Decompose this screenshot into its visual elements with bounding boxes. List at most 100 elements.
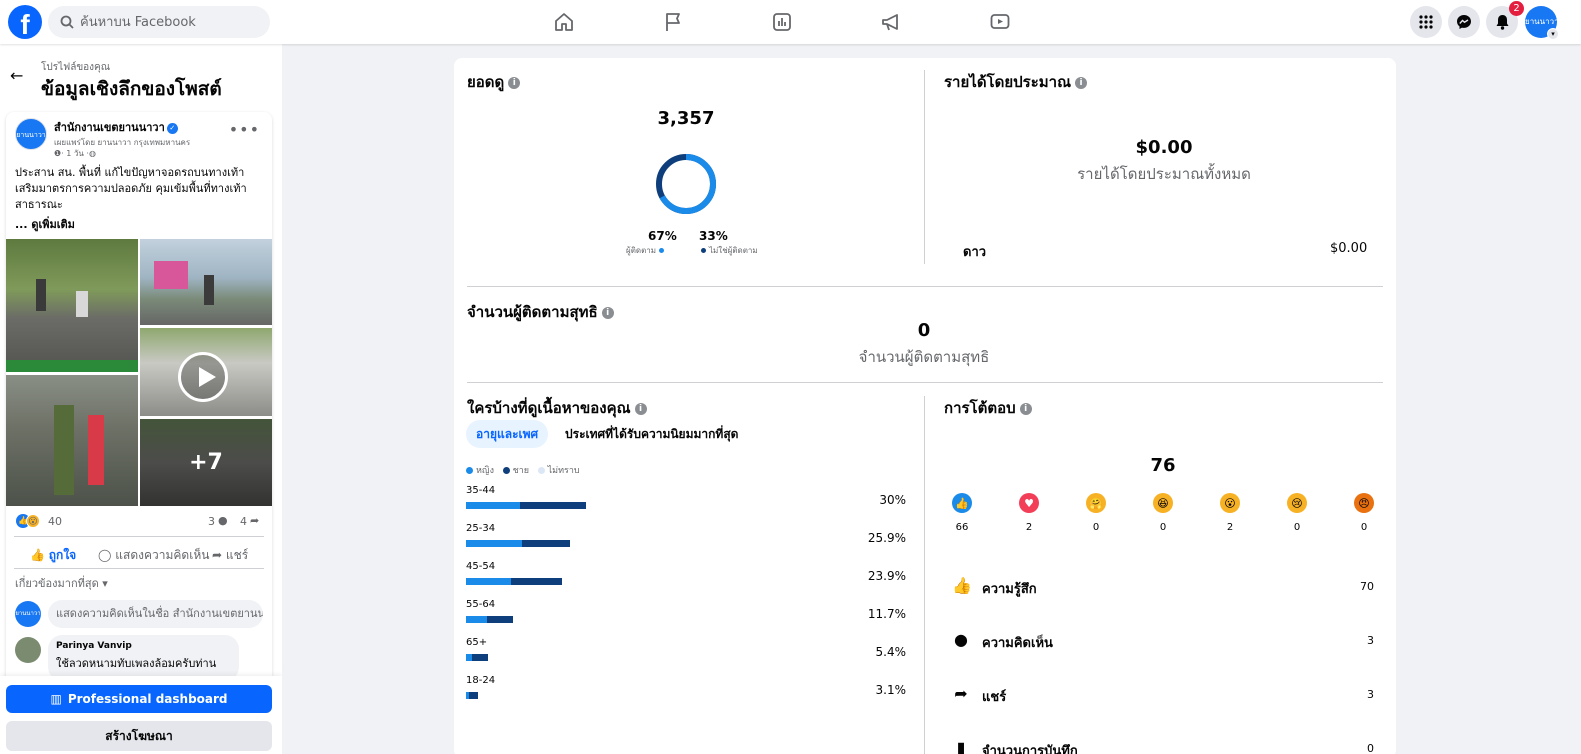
comment-author[interactable]: Parinya Vanvip [56,641,231,651]
messenger-icon[interactable] [1448,6,1480,38]
divider [467,286,1383,287]
info-icon[interactable]: i [508,76,521,89]
more-options-icon[interactable]: ••• [229,120,260,139]
age-bar[interactable] [466,654,488,661]
verified-badge-icon: ✓ [166,122,178,134]
men-bar [487,616,513,623]
age-bar[interactable] [466,692,479,699]
comment-text: ใช้ลวดหนามทับเพลงล้อมครับท่าน [56,657,217,670]
info-icon[interactable]: i [601,306,614,319]
see-more-link[interactable]: ... ดูเพิ่มเติม [15,215,75,233]
age-label: 45-54 [466,561,496,572]
revenue-title: รายได้โดยประมาณ [944,73,1072,91]
comment-button[interactable]: ◯ แสดงความคิดเห็น [98,546,209,565]
comment-icon: ◯ [98,548,112,562]
age-bar[interactable] [466,540,570,547]
facebook-logo[interactable]: f [8,5,42,39]
interaction-stat-row: ● ความคิดเห็น 3 [952,630,1374,651]
revenue-total: $0.00 [1135,137,1193,158]
breadcrumb[interactable]: โปรไฟล์ของคุณ [41,60,110,75]
age-row-25-34: 25-34 25.9% [466,523,906,553]
insights-chart-icon[interactable] [768,8,796,36]
age-row-18-24: 18-24 3.1% [466,675,906,705]
age-pct: 30% [879,493,906,507]
search-input[interactable] [80,14,260,30]
angry-reaction-icon: 😠 [1354,493,1374,513]
age-pct: 25.9% [867,531,906,545]
post-actions: 👍 ถูกใจ ◯ แสดงความคิดเห็น ➦ แชร์ [16,544,264,566]
professional-dashboard-button[interactable]: ▥ Professional dashboard [6,685,272,713]
comment-count[interactable]: 3 [208,515,215,528]
age-bar[interactable] [466,616,513,623]
post-photo-more[interactable]: +7 [140,419,272,506]
age-row-35-44: 35-44 30% [466,485,906,515]
post-time[interactable]: · 1 วัน · [61,149,89,158]
pages-flag-icon[interactable] [659,8,687,36]
interaction-stat-row: 👍 ความรู้สึก 70 [952,576,1374,597]
more-photos-overlay[interactable]: +7 [140,419,272,506]
age-bar[interactable] [466,578,562,585]
comment-small-icon: ● [218,514,228,527]
search-box[interactable] [48,6,270,38]
comment-label: แสดงความคิดเห็น [115,548,210,562]
comment-input[interactable]: แสดงความคิดเห็นในชื่อ สำนักงานเขตยานนาวา [48,600,263,628]
page-avatar[interactable]: ยานนาวา [15,118,47,150]
notifications-bell-icon[interactable]: 2 [1486,1,1524,38]
menu-grid-icon[interactable] [1410,6,1442,38]
chevron-down-icon[interactable]: ▾ [1547,28,1559,40]
revenue-section-title: รายได้โดยประมาณ i [944,70,1088,94]
info-icon[interactable]: i [634,402,647,415]
share-label: แชร์ [225,548,249,562]
like-button[interactable]: 👍 ถูกใจ [30,546,76,565]
share-small-icon: ➦ [250,514,260,527]
men-bar [510,578,562,585]
create-ad-button[interactable]: สร้างโฆษณา [6,721,272,751]
commenter-avatar: ยานนาวา [15,601,41,627]
divider [14,568,264,569]
share-icon: ➦ [212,548,223,562]
sad-reaction-count: 0 [1293,522,1301,533]
comment-author-avatar[interactable] [15,637,41,663]
age-label: 18-24 [466,675,496,686]
video-icon[interactable] [986,8,1014,36]
divider [924,396,925,754]
comment-icon: ● [954,630,968,649]
post-video-thumbnail[interactable] [140,328,272,416]
megaphone-ads-icon[interactable] [877,8,905,36]
age-pct: 11.7% [867,607,906,621]
page-name[interactable]: สำนักงานเขตยานนาวา ✓ [54,118,178,136]
avatar-text: ยานนาวา [1525,17,1559,26]
play-button-icon[interactable] [178,352,228,402]
age-label: 35-44 [466,485,496,496]
age-row-45-54: 45-54 23.9% [466,561,906,591]
professional-dashboard-label: Professional dashboard [67,692,228,706]
women-dot [466,467,473,474]
back-arrow-icon[interactable]: ← [10,66,23,85]
globe-icon: ◍ [88,149,96,158]
profile-avatar[interactable]: ยานนาวา ▾ [1525,6,1559,40]
revenue-row-value: $0.00 [1330,241,1368,256]
page-name-text[interactable]: สำนักงานเขตยานนาวา [54,121,165,134]
share-button[interactable]: ➦ แชร์ [212,546,248,565]
post-photo-3[interactable] [6,375,138,506]
love-reaction-icon: ♥ [1019,493,1039,513]
non-followers-label: ไม่ใช่ผู้ติดตาม [709,246,758,255]
care-reaction-count: 0 [1092,522,1100,533]
post-photo-2[interactable] [140,239,272,325]
interaction-stat-row: ▮ จำนวนการบันทึก 0 [952,738,1374,754]
stat-label: แชร์ [982,690,1007,705]
tab-top-countries[interactable]: ประเทศที่ได้รับความนิยมมากที่สุด [565,420,738,448]
share-count[interactable]: 4 [240,515,247,528]
reactions-summary[interactable]: 👍 😮 40 3 ● 4 ➦ [16,514,264,530]
age-bar[interactable] [466,502,586,509]
post-photo-1[interactable] [6,239,138,372]
men-bar [472,654,488,661]
share-icon: ➦ [954,684,968,703]
thumbs-up-icon: 👍 [30,548,45,562]
insights-panel: ยอดดู i 3,357 67% ผู้ติดตาม 33% ไม่ใช่ผู้… [454,58,1396,754]
info-icon[interactable]: i [1019,402,1032,415]
tab-age-gender[interactable]: อายุและเพศ [466,420,549,448]
info-icon[interactable]: i [1075,76,1088,89]
comment-sort-dropdown[interactable]: เกี่ยวข้องมากที่สุด ▾ [15,574,108,592]
home-icon[interactable] [550,8,578,36]
